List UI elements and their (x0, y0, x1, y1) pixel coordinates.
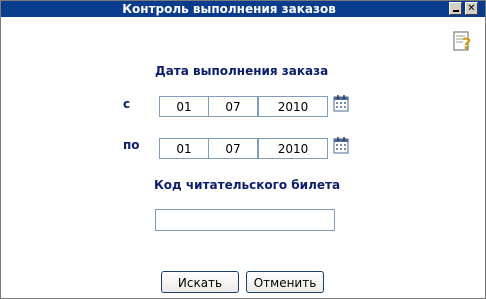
order-control-window: Контроль выполнения заказов ✕ ? Дата вып… (0, 0, 486, 299)
close-button[interactable]: ✕ (465, 2, 478, 15)
to-month-field[interactable] (208, 138, 258, 159)
to-calendar-icon[interactable] (333, 136, 349, 154)
date-section-title: Дата выполнения заказа (155, 64, 329, 78)
from-year-field[interactable] (258, 96, 328, 117)
to-label: по (123, 138, 140, 152)
from-label: с (123, 97, 131, 111)
cancel-button[interactable]: Отменить (246, 271, 324, 293)
ticket-code-input[interactable] (155, 209, 335, 231)
window-title: Контроль выполнения заказов (122, 2, 336, 16)
ticket-section-title: Код читательского билета (154, 178, 341, 192)
to-day-field[interactable] (159, 138, 209, 159)
from-month-field[interactable] (208, 96, 258, 117)
help-icon[interactable]: ? (453, 29, 473, 53)
minimize-button[interactable] (449, 2, 462, 15)
search-button[interactable]: Искать (161, 271, 239, 293)
from-day-field[interactable] (159, 96, 209, 117)
from-calendar-icon[interactable] (333, 94, 349, 112)
to-year-field[interactable] (258, 138, 328, 159)
title-bar: Контроль выполнения заказов ✕ (1, 1, 485, 17)
svg-text:?: ? (462, 34, 471, 53)
